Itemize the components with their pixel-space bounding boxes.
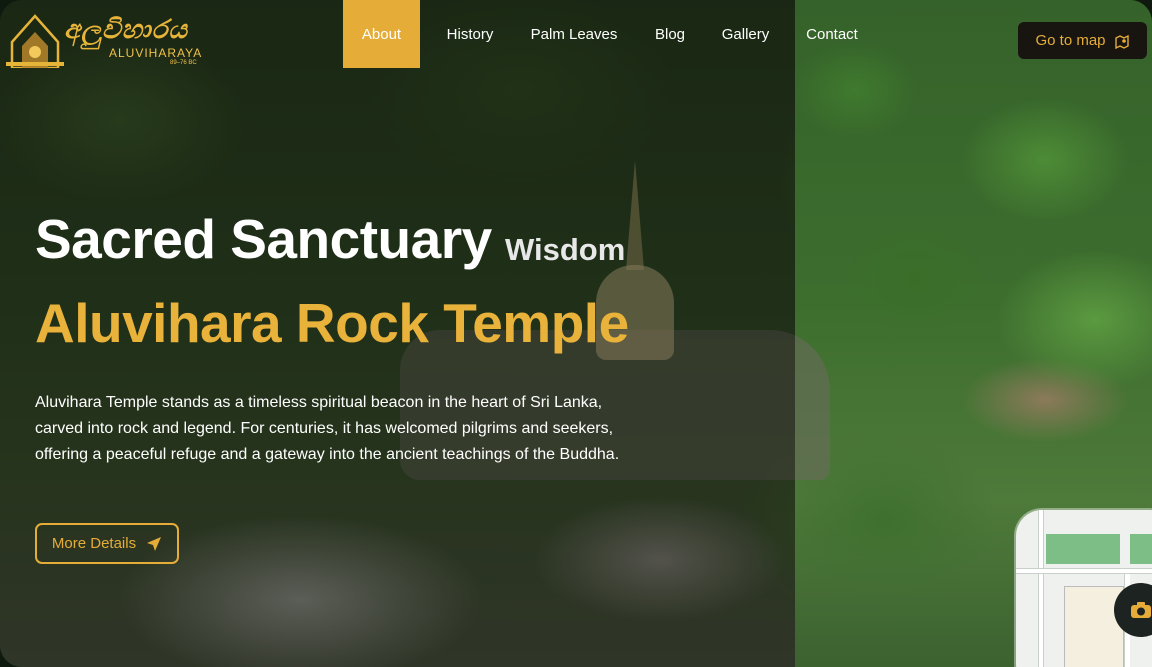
more-details-button[interactable]: More Details (35, 523, 179, 564)
temple-emblem-icon (6, 14, 64, 68)
go-to-map-button[interactable]: Go to map (1018, 22, 1147, 59)
go-to-map-label: Go to map (1035, 32, 1106, 49)
brand-name: ALUVIHARAYA (109, 46, 203, 60)
hero-title: Aluvihara Rock Temple (35, 292, 629, 354)
brand-script: අලුවිහාරය (64, 14, 188, 44)
nav-blog[interactable]: Blog (628, 0, 712, 68)
description-line: offering a peaceful refuge and a gateway… (35, 446, 620, 463)
map-pin-icon (1114, 34, 1129, 49)
hero-subword: Wisdom (505, 232, 626, 267)
nav-contact[interactable]: Contact (779, 0, 885, 68)
more-details-label: More Details (51, 535, 137, 552)
site-logo[interactable]: අලුවිහාරය ALUVIHARAYA 89–76 BC (4, 12, 204, 72)
main-nav: About History Palm Leaves Blog Gallery C… (343, 0, 885, 68)
nav-gallery[interactable]: Gallery (712, 0, 779, 68)
send-icon (147, 536, 162, 551)
hero-headline: Sacred Sanctuary (35, 208, 492, 270)
hero-description: Aluvihara Temple stands as a timeless sp… (35, 390, 675, 468)
description-line: carved into rock and legend. For centuri… (35, 420, 614, 437)
description-line: Aluvihara Temple stands as a timeless sp… (35, 394, 603, 411)
nav-history[interactable]: History (420, 0, 520, 68)
camera-icon (1131, 602, 1151, 618)
nav-about[interactable]: About (343, 0, 420, 68)
brand-era: 89–76 BC (170, 60, 197, 66)
nav-palm-leaves[interactable]: Palm Leaves (520, 0, 628, 68)
